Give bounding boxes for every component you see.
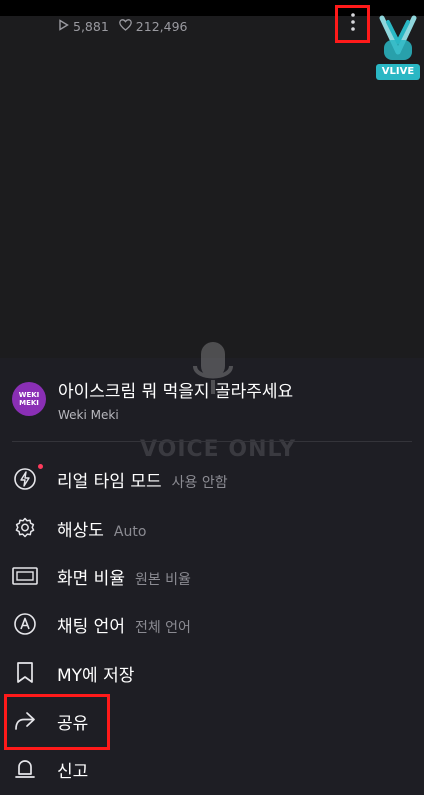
menu-label-aspect-ratio: 화면 비율 (57, 568, 125, 589)
more-vertical-icon (350, 12, 356, 36)
menu-item-chat-language[interactable]: 채팅 언어 전체 언어 (0, 601, 424, 647)
new-badge-dot (38, 464, 43, 469)
avatar-text-2: MEKI (19, 399, 39, 407)
video-title: 아이스크림 뭐 먹을지 골라주세요 (58, 381, 294, 402)
gear-icon (12, 515, 38, 541)
views-count: 5,881 (73, 18, 109, 34)
menu-label-realtime: 리얼 타임 모드 (57, 471, 162, 492)
menu-label-report: 신고 (57, 761, 89, 782)
menu-item-save-to-my[interactable]: MY에 저장 (0, 650, 424, 696)
menu-value-resolution: Auto (113, 523, 147, 540)
language-icon (12, 611, 38, 637)
bell-report-icon (12, 756, 38, 782)
menu-value-aspect-ratio: 원본 비율 (134, 571, 191, 588)
menu-value-chat-language: 전체 언어 (134, 619, 191, 636)
menu-item-aspect-ratio[interactable]: 화면 비율 원본 비율 (0, 553, 424, 599)
play-icon (58, 18, 69, 34)
video-player[interactable] (0, 0, 424, 360)
divider (12, 441, 412, 442)
aspect-ratio-icon (12, 563, 38, 589)
likes-stat: 212,496 (118, 18, 188, 34)
channel-name[interactable]: Weki Meki (58, 408, 293, 422)
bookmark-icon (12, 660, 38, 686)
vlive-logo-text: VLIVE (376, 64, 420, 80)
menu-item-resolution[interactable]: 해상도 Auto (0, 505, 424, 551)
avatar-text-1: WEKI (18, 391, 40, 399)
share-highlight-box (4, 694, 110, 750)
lightning-icon (12, 466, 38, 492)
menu-value-realtime: 사용 안함 (171, 474, 228, 491)
menu-item-realtime-mode[interactable]: 리얼 타임 모드 사용 안함 (0, 456, 424, 502)
menu-label-chat-language: 채팅 언어 (57, 616, 125, 637)
video-info: WEKI MEKI 아이스크림 뭐 먹을지 골라주세요 Weki Meki (12, 378, 412, 422)
heart-icon (118, 18, 132, 34)
likes-count: 212,496 (135, 18, 188, 34)
views-stat: 5,881 (58, 19, 109, 34)
more-options-button[interactable] (335, 5, 370, 43)
avatar[interactable]: WEKI MEKI (12, 382, 46, 416)
menu-label-save: MY에 저장 (57, 665, 135, 686)
menu-label-resolution: 해상도 (57, 520, 104, 541)
video-stats: 5,881 212,496 (58, 16, 188, 36)
menu-item-report[interactable]: 신고 (0, 746, 424, 792)
